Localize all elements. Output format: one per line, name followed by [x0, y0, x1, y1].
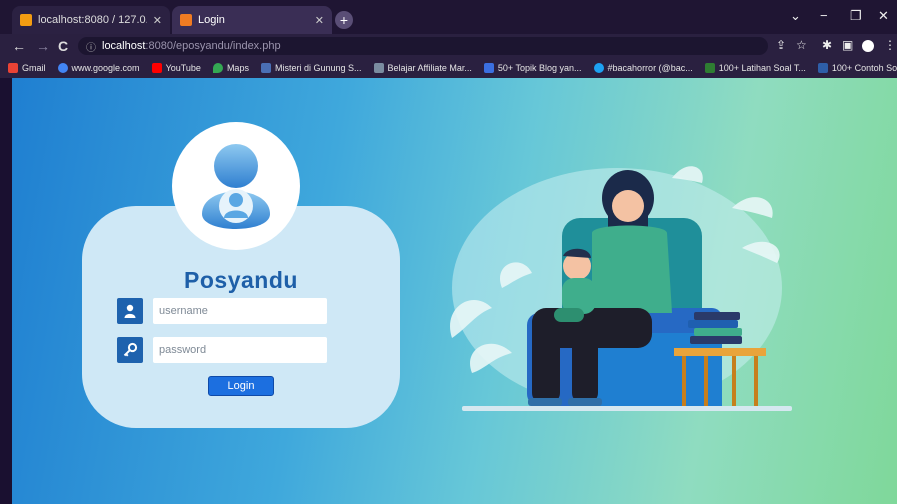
password-row: [117, 337, 332, 363]
bookmark-youtube[interactable]: YouTube: [151, 63, 201, 73]
bookmark-site-icon: [704, 63, 715, 73]
tab-login[interactable]: Login ✕: [172, 6, 332, 34]
google-icon: [57, 63, 68, 73]
close-window-button[interactable]: ✕: [878, 8, 889, 24]
new-tab-button[interactable]: +: [335, 11, 353, 29]
mother-baby-illustration: [450, 166, 792, 411]
book-stack-icon: [688, 312, 742, 344]
minimize-button[interactable]: −: [820, 8, 828, 23]
bookmark-contoh-soal[interactable]: 100+ Contoh Soal L...: [817, 63, 897, 73]
twitter-icon: [593, 63, 604, 73]
tab-title: Login: [198, 14, 225, 26]
url-host: localhost: [102, 40, 146, 52]
sidebar-icon[interactable]: ▣: [842, 38, 853, 52]
password-input[interactable]: [153, 337, 327, 363]
browser-tab-bar: localhost:8080 / 127.0.0.1 / bean... ✕ L…: [0, 0, 897, 34]
bookmark-maps[interactable]: Maps: [212, 63, 249, 73]
bookmark-misteri[interactable]: Misteri di Gunung S...: [260, 63, 362, 73]
close-tab-icon[interactable]: ✕: [315, 14, 324, 27]
address-bar[interactable]: ⓘ localhost :8080/eposyandu/index.php: [78, 37, 768, 55]
mother-child-logo-icon: [202, 144, 270, 229]
brand-title: Posyandu: [184, 267, 298, 293]
bookmark-affiliate[interactable]: Belajar Affiliate Mar...: [373, 63, 472, 73]
url-path: :8080/eposyandu/index.php: [145, 40, 281, 52]
bookmark-site-icon: [373, 63, 384, 73]
profile-avatar[interactable]: [862, 40, 874, 52]
username-row: [117, 298, 332, 324]
bookmark-site-icon: [817, 63, 828, 73]
bookmark-latihan-soal[interactable]: 100+ Latihan Soal T...: [704, 63, 806, 73]
extensions-icon[interactable]: ✱: [822, 38, 832, 52]
site-info-icon[interactable]: ⓘ: [86, 39, 96, 54]
forward-button[interactable]: →: [36, 38, 50, 54]
login-favicon-icon: [180, 14, 192, 26]
login-page: Posyandu Login: [12, 78, 897, 504]
login-button[interactable]: Login: [208, 376, 274, 396]
bookmark-star-icon[interactable]: ☆: [796, 38, 807, 52]
gmail-icon: [8, 63, 18, 73]
tab-phpmyadmin[interactable]: localhost:8080 / 127.0.0.1 / bean... ✕: [12, 6, 170, 34]
restore-button[interactable]: ❐: [850, 8, 862, 24]
phpmyadmin-favicon-icon: [20, 14, 32, 26]
menu-icon[interactable]: ⋮: [884, 38, 896, 52]
key-icon: [117, 337, 143, 363]
username-input[interactable]: [153, 298, 327, 324]
avatar-logo: [172, 122, 300, 250]
bookmark-site-icon: [260, 63, 271, 73]
youtube-icon: [151, 63, 162, 73]
close-tab-icon[interactable]: ✕: [153, 14, 162, 27]
bookmark-bacahorror[interactable]: #bacahorror (@bac...: [593, 63, 693, 73]
share-icon[interactable]: ⇪: [776, 38, 786, 52]
reload-button[interactable]: C: [58, 38, 68, 54]
tab-title: localhost:8080 / 127.0.0.1 / bean...: [38, 14, 147, 26]
bookmark-site-icon: [483, 63, 494, 73]
user-icon: [117, 298, 143, 324]
maps-pin-icon: [212, 63, 223, 73]
tab-search-icon[interactable]: ⌄: [790, 8, 801, 24]
bookmark-gmail[interactable]: Gmail: [8, 63, 46, 73]
bookmark-topik-blog[interactable]: 50+ Topik Blog yan...: [483, 63, 582, 73]
back-button[interactable]: ←: [12, 38, 26, 54]
bookmarks-bar: Gmail www.google.com YouTube Maps Mister…: [0, 58, 897, 78]
bookmark-google[interactable]: www.google.com: [57, 63, 140, 73]
address-bar-row: ← → C ⓘ localhost :8080/eposyandu/index.…: [0, 34, 897, 58]
